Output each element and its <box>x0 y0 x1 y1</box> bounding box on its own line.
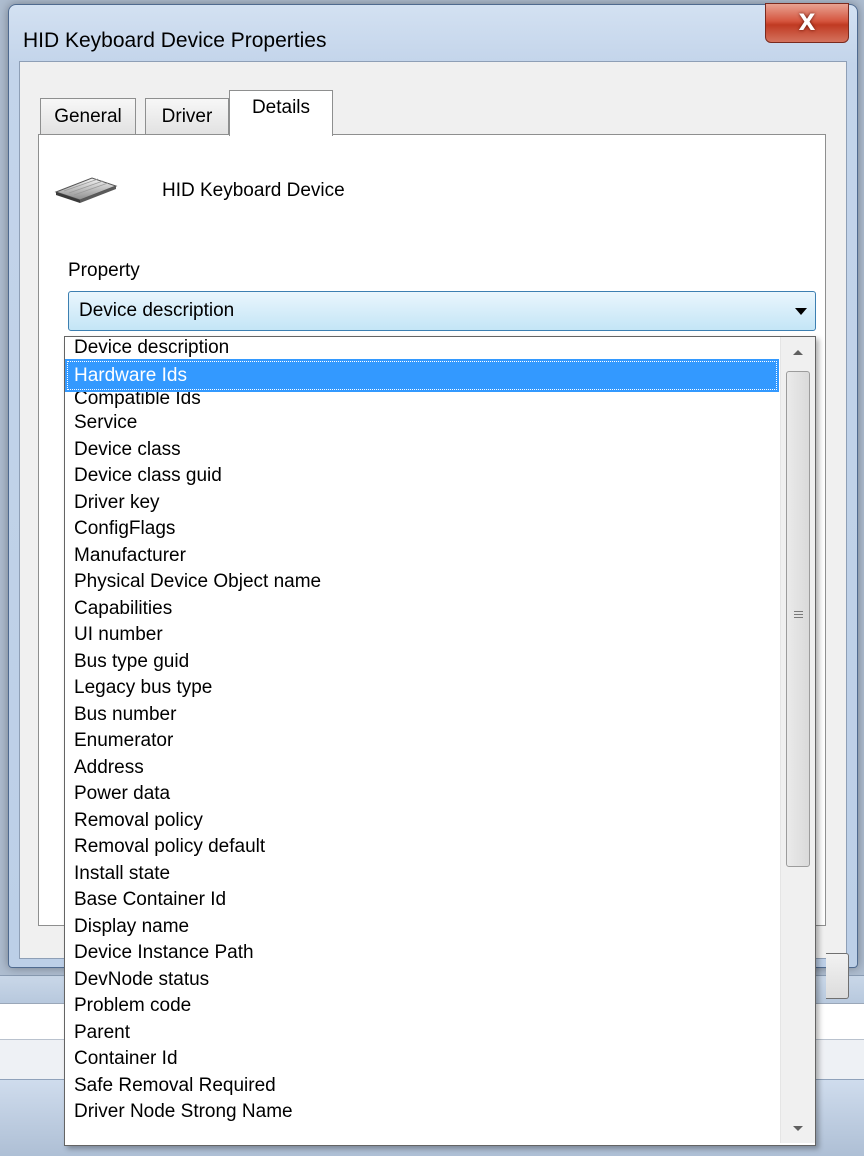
list-item[interactable]: Address <box>65 755 779 782</box>
device-name: HID Keyboard Device <box>162 180 345 201</box>
list-item[interactable]: Capabilities <box>65 596 779 623</box>
tab-driver[interactable]: Driver <box>145 98 229 134</box>
dropdown-scrollbar[interactable] <box>780 337 815 1143</box>
chevron-down-icon[interactable] <box>795 308 807 315</box>
list-item[interactable]: Removal policy <box>65 808 779 835</box>
list-item[interactable]: Legacy bus type <box>65 675 779 702</box>
keyboard-icon <box>52 170 120 209</box>
close-button[interactable]: X <box>765 3 849 43</box>
list-item[interactable]: Driver key <box>65 490 779 517</box>
list-item[interactable]: Removal policy default <box>65 834 779 861</box>
list-item[interactable]: Device class <box>65 437 779 464</box>
tab-general[interactable]: General <box>40 98 136 134</box>
list-item[interactable]: Device class guid <box>65 463 779 490</box>
arrow-down-icon <box>793 1125 803 1131</box>
list-item[interactable]: Compatible Ids <box>65 392 779 410</box>
list-item[interactable]: Power data <box>65 781 779 808</box>
close-icon: X <box>798 10 816 36</box>
window-title: HID Keyboard Device Properties <box>23 29 327 52</box>
list-item[interactable]: Parent <box>65 1020 779 1047</box>
list-item[interactable]: UI number <box>65 622 779 649</box>
list-item[interactable]: DevNode status <box>65 967 779 994</box>
list-item[interactable]: Device description <box>65 337 779 359</box>
scroll-up-button[interactable] <box>781 337 815 367</box>
property-label-text: Property <box>68 260 140 281</box>
list-item[interactable]: Service <box>65 410 779 437</box>
dialog-button-partial[interactable] <box>826 953 849 999</box>
list-item[interactable]: Safe Removal Required <box>65 1073 779 1100</box>
scroll-thumb[interactable] <box>786 371 810 867</box>
list-item[interactable]: Display name <box>65 914 779 941</box>
property-select-value: Device description <box>79 300 235 321</box>
list-item[interactable]: Manufacturer <box>65 543 779 570</box>
list-item[interactable]: Problem code <box>65 993 779 1020</box>
list-item[interactable]: Driver Node Strong Name <box>65 1099 779 1126</box>
property-options: Device description Hardware Ids Compatib… <box>65 337 779 1126</box>
list-item[interactable]: Bus number <box>65 702 779 729</box>
list-item[interactable]: Install state <box>65 861 779 888</box>
list-item[interactable]: ConfigFlags <box>65 516 779 543</box>
grip-icon <box>794 611 803 620</box>
property-select[interactable]: Device description <box>68 291 816 331</box>
property-label: Property <box>68 260 140 282</box>
list-item[interactable]: Container Id <box>65 1046 779 1073</box>
list-item[interactable]: Enumerator <box>65 728 779 755</box>
list-item-selected[interactable]: Hardware Ids <box>65 359 779 392</box>
property-dropdown-list[interactable]: Device description Hardware Ids Compatib… <box>64 336 816 1146</box>
list-item[interactable]: Device Instance Path <box>65 940 779 967</box>
list-item[interactable]: Base Container Id <box>65 887 779 914</box>
list-item[interactable]: Bus type guid <box>65 649 779 676</box>
arrow-up-icon <box>793 349 803 355</box>
tab-details[interactable]: Details <box>229 90 333 136</box>
list-item[interactable]: Physical Device Object name <box>65 569 779 596</box>
scroll-down-button[interactable] <box>781 1113 815 1143</box>
